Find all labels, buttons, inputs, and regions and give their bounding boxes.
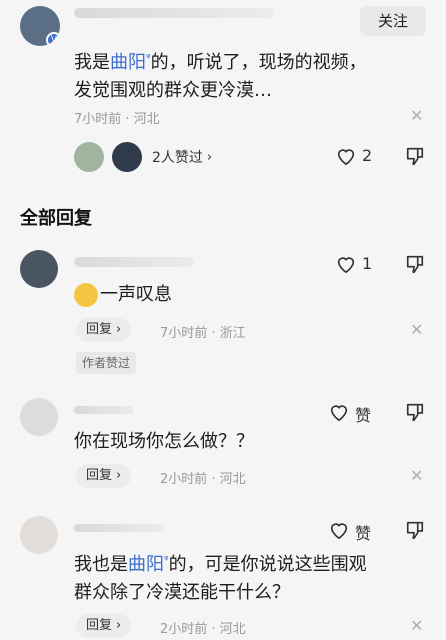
- text-line2: 发觉围观的群众更冷漠…: [74, 80, 272, 101]
- thumbs-down-icon[interactable]: [404, 402, 426, 422]
- chevron-right-icon: ›: [116, 322, 122, 337]
- close-icon[interactable]: ✕: [410, 616, 423, 635]
- chevron-right-icon: ›: [116, 618, 122, 633]
- thumbs-down-icon[interactable]: [404, 146, 426, 166]
- top-comment-text: 我是曲阳ᵠ的，听说了，现场的视频， 发觉围观的群众更冷漠…: [74, 44, 414, 105]
- liked-by-link[interactable]: 2人赞过 ›: [152, 147, 212, 167]
- blurred-username: [74, 257, 194, 267]
- follow-button[interactable]: 关注: [360, 6, 426, 36]
- reply-avatar[interactable]: [20, 516, 58, 554]
- chevron-right-icon: ›: [206, 149, 213, 165]
- location-link[interactable]: 曲阳: [128, 554, 164, 575]
- blurred-username: [74, 524, 164, 532]
- reply-avatar[interactable]: [20, 398, 58, 436]
- like-label: 赞: [355, 524, 372, 543]
- top-comment-meta: 7小时前 · 河北: [74, 112, 160, 127]
- reply-label: 回复: [86, 322, 113, 337]
- thumbs-down-icon[interactable]: [404, 254, 426, 274]
- verified-badge-icon: V: [46, 32, 60, 46]
- heart-icon[interactable]: [335, 146, 357, 166]
- reply-meta: 2小时前 · 河北: [160, 472, 246, 487]
- top-comment-avatar[interactable]: V: [20, 6, 60, 46]
- location-link[interactable]: 曲阳: [110, 52, 146, 73]
- reply-text: 一声叹息: [100, 284, 172, 305]
- like-count: 2: [362, 146, 373, 165]
- close-icon[interactable]: ✕: [410, 106, 423, 125]
- reply-label: 回复: [86, 618, 113, 633]
- text-post: 的，可是你说说这些围观: [168, 554, 367, 575]
- reply-button[interactable]: 回复 ›: [76, 614, 132, 638]
- close-icon[interactable]: ✕: [410, 320, 423, 339]
- heart-icon[interactable]: [335, 254, 357, 274]
- blurred-username: [74, 8, 274, 18]
- text-line2: 群众除了冷漠还能干什么？: [74, 582, 290, 603]
- reply-button[interactable]: 回复 ›: [76, 318, 132, 342]
- author-liked-badge: 作者赞过: [76, 352, 137, 374]
- reply-meta: 2小时前 · 河北: [160, 622, 246, 637]
- like-count: 1: [362, 254, 373, 273]
- reply-label: 回复: [86, 468, 113, 483]
- blurred-username: [74, 406, 134, 414]
- chevron-right-icon: ›: [116, 468, 122, 483]
- emoji-sigh-icon: [74, 283, 98, 307]
- reply-meta: 7小时前 · 浙江: [160, 326, 246, 341]
- liker-avatar[interactable]: [112, 142, 142, 172]
- liker-avatar[interactable]: [74, 142, 104, 172]
- close-icon[interactable]: ✕: [410, 466, 423, 485]
- like-label: 赞: [355, 406, 372, 425]
- reply-avatar[interactable]: [20, 250, 58, 288]
- reply-text: 我也是曲阳ᵠ的，可是你说说这些围观 群众除了冷漠还能干什么？: [74, 546, 414, 607]
- reply-button[interactable]: 回复 ›: [76, 464, 132, 488]
- text-pre: 我是: [74, 52, 110, 73]
- section-title: 全部回复: [20, 208, 92, 229]
- reply-text: 你在现场你怎么做？？: [74, 431, 254, 452]
- heart-icon[interactable]: [328, 402, 350, 422]
- thumbs-down-icon[interactable]: [404, 520, 426, 540]
- liked-by-label: 2人赞过: [152, 150, 203, 166]
- text-post: 的，听说了，现场的视频，: [150, 52, 367, 73]
- text-pre: 我也是: [74, 554, 128, 575]
- heart-icon[interactable]: [328, 520, 350, 540]
